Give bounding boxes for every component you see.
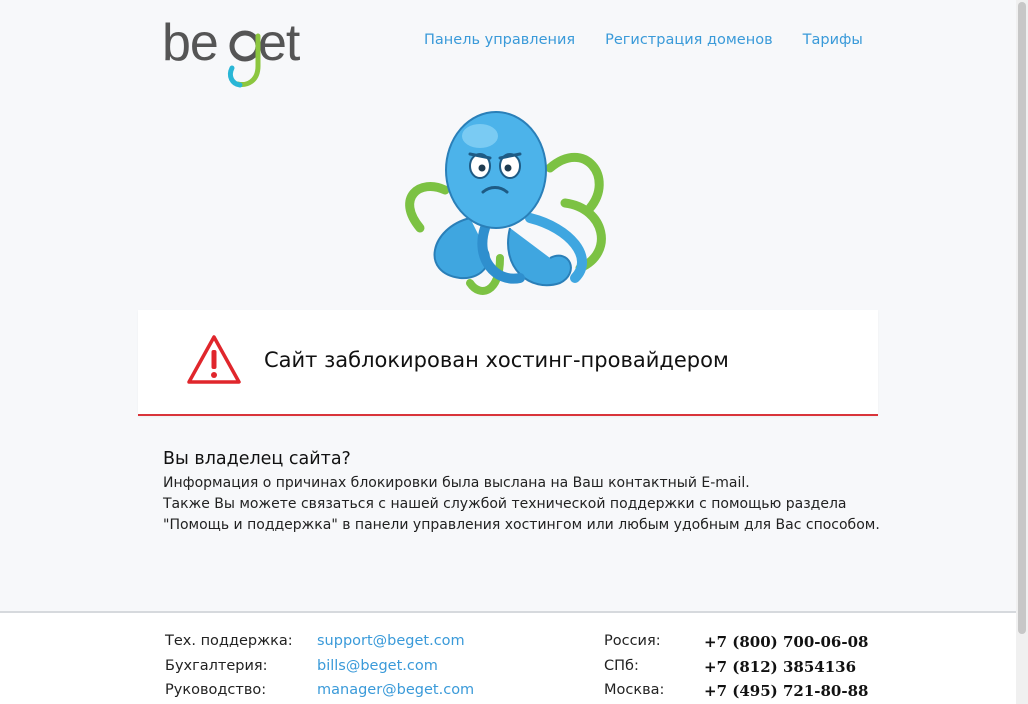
contact-label: Бухгалтерия: [165, 657, 268, 674]
svg-text:be: be [162, 14, 218, 72]
owner-heading: Вы владелец сайта? [163, 449, 351, 469]
owner-info-section: Вы владелец сайта? Информация о причинах… [163, 449, 883, 536]
support-email-link[interactable]: support@beget.com [317, 633, 465, 649]
owner-info-line: Также Вы можете связаться с нашей службо… [163, 496, 847, 512]
nav-domain-registration[interactable]: Регистрация доменов [605, 32, 773, 48]
page: be et Панель управления Регистрация доме… [0, 0, 1028, 704]
phone-number: +7 (495) 721-80-88 [704, 682, 869, 700]
alert-title: Сайт заблокирован хостинг-провайдером [264, 348, 729, 372]
owner-info-line: "Помощь и поддержка" в панели управления… [163, 517, 880, 533]
phone-number: +7 (800) 700-06-08 [704, 633, 869, 651]
vertical-scrollbar[interactable] [1016, 0, 1028, 704]
warning-triangle-icon [187, 335, 241, 384]
bills-email-link[interactable]: bills@beget.com [317, 658, 438, 674]
contact-label: Тех. поддержка: [165, 633, 293, 649]
svg-text:et: et [258, 14, 301, 72]
beget-logo[interactable]: be et [162, 12, 322, 90]
city-label: Россия: [604, 633, 661, 649]
phone-number: +7 (812) 3854136 [704, 657, 857, 676]
top-nav: Панель управления Регистрация доменов Та… [424, 32, 863, 48]
contact-row: Тех. поддержка: support@beget.com Россия… [165, 633, 869, 658]
footer-contacts: Тех. поддержка: support@beget.com Россия… [0, 611, 1016, 704]
city-label: Москва: [604, 682, 665, 698]
manager-email-link[interactable]: manager@beget.com [317, 682, 474, 698]
octopus-mascot-illustration [405, 111, 606, 295]
owner-info-line: Информация о причинах блокировки была вы… [163, 475, 750, 491]
nav-control-panel[interactable]: Панель управления [424, 32, 575, 48]
scrollbar-thumb[interactable] [1018, 2, 1026, 634]
contact-label: Руководство: [165, 682, 267, 698]
blocked-alert-card: Сайт заблокирован хостинг-провайдером [138, 310, 878, 416]
contact-row: Руководство: manager@beget.com Москва: +… [165, 682, 869, 704]
city-label: СПб: [604, 657, 639, 674]
contact-row: Бухгалтерия: bills@beget.com СПб: +7 (81… [165, 658, 865, 683]
nav-tariffs[interactable]: Тарифы [803, 32, 863, 48]
